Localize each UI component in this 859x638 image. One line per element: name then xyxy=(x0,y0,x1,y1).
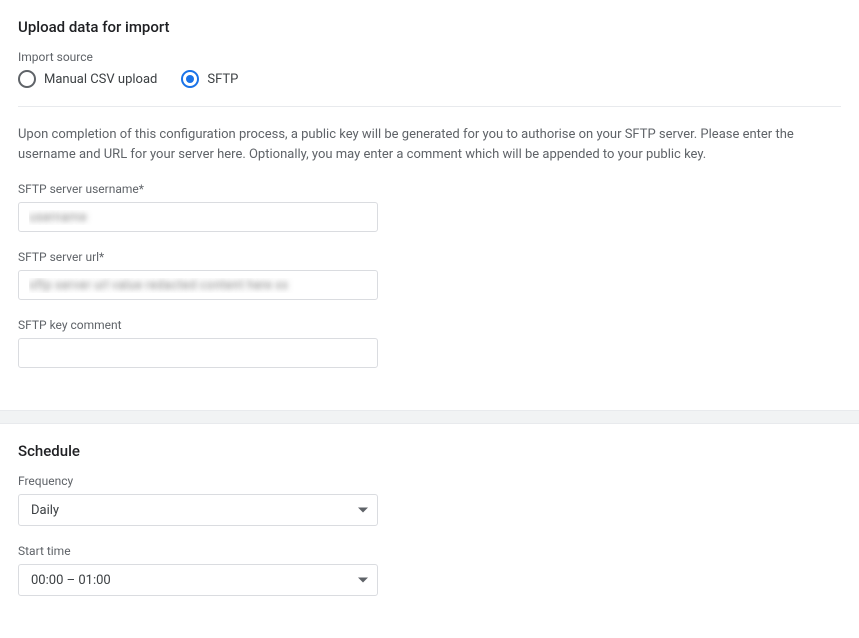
radio-sftp[interactable]: SFTP xyxy=(181,70,238,88)
username-field: SFTP server username* xyxy=(18,182,841,232)
username-label: SFTP server username* xyxy=(18,182,841,196)
radio-checked-icon xyxy=(181,70,199,88)
radio-unchecked-icon xyxy=(18,70,36,88)
sftp-description: Upon completion of this configuration pr… xyxy=(18,125,841,164)
schedule-title: Schedule xyxy=(18,442,841,460)
radio-sftp-label: SFTP xyxy=(207,72,238,87)
comment-field: SFTP key comment xyxy=(18,318,841,368)
import-source-label: Import source xyxy=(18,50,841,64)
section-gap xyxy=(0,410,859,424)
url-input[interactable] xyxy=(18,270,378,300)
schedule-section: Schedule Frequency Daily Start time 00:0… xyxy=(0,424,859,638)
comment-input[interactable] xyxy=(18,338,378,368)
username-input[interactable] xyxy=(18,202,378,232)
frequency-value: Daily xyxy=(31,503,59,518)
start-time-field: Start time 00:00 – 01:00 xyxy=(18,544,841,596)
url-label: SFTP server url* xyxy=(18,250,841,264)
upload-title: Upload data for import xyxy=(18,18,841,36)
frequency-field: Frequency Daily xyxy=(18,474,841,526)
url-field: SFTP server url* xyxy=(18,250,841,300)
start-time-select[interactable]: 00:00 – 01:00 xyxy=(18,564,378,596)
frequency-select[interactable]: Daily xyxy=(18,494,378,526)
divider xyxy=(18,106,841,107)
start-time-value: 00:00 – 01:00 xyxy=(31,573,111,588)
radio-manual-csv-label: Manual CSV upload xyxy=(44,72,157,87)
radio-manual-csv[interactable]: Manual CSV upload xyxy=(18,70,157,88)
start-time-label: Start time xyxy=(18,544,841,558)
frequency-label: Frequency xyxy=(18,474,841,488)
upload-section: Upload data for import Import source Man… xyxy=(0,0,859,410)
comment-label: SFTP key comment xyxy=(18,318,841,332)
import-source-radio-group: Manual CSV upload SFTP xyxy=(18,70,841,88)
